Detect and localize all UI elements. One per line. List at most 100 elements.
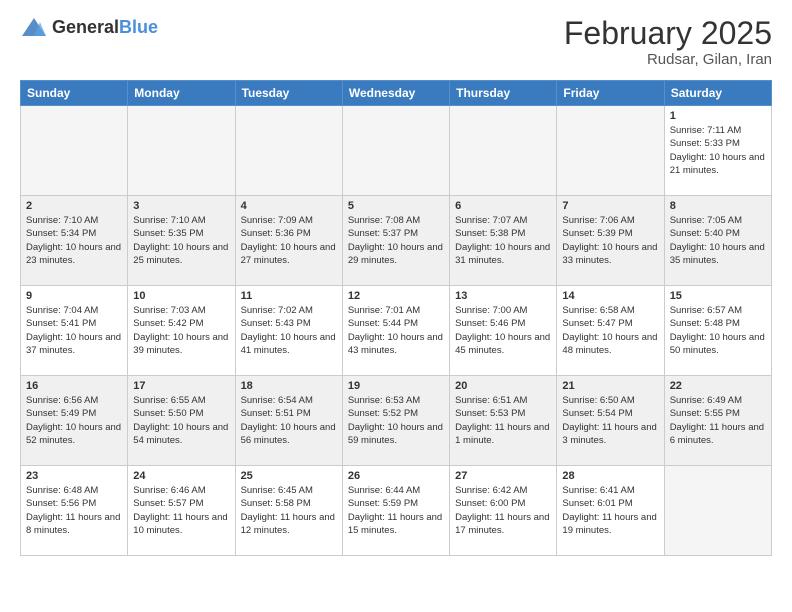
weekday-header: Thursday (450, 81, 557, 106)
calendar-day-cell: 3Sunrise: 7:10 AM Sunset: 5:35 PM Daylig… (128, 196, 235, 286)
day-number: 24 (133, 470, 229, 482)
day-info: Sunrise: 6:50 AM Sunset: 5:54 PM Dayligh… (562, 394, 658, 447)
day-number: 14 (562, 290, 658, 302)
calendar-day-cell: 18 Sunrise: 6:54 AM Sunset: 5:51 PM Dayli… (235, 376, 342, 466)
day-number: 19 (348, 380, 444, 392)
page-title: February 2025 (564, 16, 772, 51)
calendar-day-cell: 2Sunrise: 7:10 AM Sunset: 5:34 PM Daylig… (21, 196, 128, 286)
calendar-day-cell: 4Sunrise: 7:09 AM Sunset: 5:36 PM Daylig… (235, 196, 342, 286)
day-info: Sunrise: 7:02 AM Sunset: 5:43 PM Dayligh… (241, 304, 337, 357)
weekday-header: Friday (557, 81, 664, 106)
calendar-day-cell (128, 106, 235, 196)
weekday-header: Saturday (664, 81, 771, 106)
day-number: 5 (348, 200, 444, 212)
calendar-day-cell: 27 Sunrise: 6:42 AM Sunset: 6:00 PM Dayli… (450, 466, 557, 556)
calendar-day-cell: 17 Sunrise: 6:55 AM Sunset: 5:50 PM Dayli… (128, 376, 235, 466)
day-info: Sunrise: 6:45 AM Sunset: 5:58 PM Dayligh… (241, 484, 337, 537)
calendar-day-cell: 15 Sunrise: 6:57 AM Sunset: 5:48 PM Dayli… (664, 286, 771, 376)
calendar-day-cell: 22 Sunrise: 6:49 AM Sunset: 5:55 PM Dayli… (664, 376, 771, 466)
weekday-header: Tuesday (235, 81, 342, 106)
day-info: Sunrise: 7:07 AM Sunset: 5:38 PM Dayligh… (455, 214, 551, 267)
day-info: Sunrise: 6:57 AM Sunset: 5:48 PM Dayligh… (670, 304, 766, 357)
calendar-day-cell: 26 Sunrise: 6:44 AM Sunset: 5:59 PM Dayli… (342, 466, 449, 556)
day-number: 12 (348, 290, 444, 302)
day-info: Sunrise: 7:09 AM Sunset: 5:36 PM Dayligh… (241, 214, 337, 267)
logo: GeneralBlue (20, 16, 158, 40)
calendar-week-row: 2Sunrise: 7:10 AM Sunset: 5:34 PM Daylig… (21, 196, 772, 286)
weekday-header: Sunday (21, 81, 128, 106)
day-number: 9 (26, 290, 122, 302)
logo-text: GeneralBlue (52, 18, 158, 38)
day-info: Sunrise: 7:00 AM Sunset: 5:46 PM Dayligh… (455, 304, 551, 357)
day-info: Sunrise: 7:06 AM Sunset: 5:39 PM Dayligh… (562, 214, 658, 267)
day-number: 8 (670, 200, 766, 212)
calendar-day-cell: 12 Sunrise: 7:01 AM Sunset: 5:44 PM Dayli… (342, 286, 449, 376)
logo-icon (20, 16, 48, 40)
day-info: Sunrise: 6:53 AM Sunset: 5:52 PM Dayligh… (348, 394, 444, 447)
day-info: Sunrise: 7:10 AM Sunset: 5:35 PM Dayligh… (133, 214, 229, 267)
day-info: Sunrise: 7:01 AM Sunset: 5:44 PM Dayligh… (348, 304, 444, 357)
day-number: 2 (26, 200, 122, 212)
calendar-day-cell: 14Sunrise: 6:58 AM Sunset: 5:47 PM Dayli… (557, 286, 664, 376)
day-number: 18 (241, 380, 337, 392)
calendar-day-cell: 1 Sunrise: 7:11 AM Sunset: 5:33 PM Daylig… (664, 106, 771, 196)
calendar-day-cell (557, 106, 664, 196)
weekday-header: Wednesday (342, 81, 449, 106)
day-number: 27 (455, 470, 551, 482)
calendar-week-row: 23 Sunrise: 6:48 AM Sunset: 5:56 PM Dayli… (21, 466, 772, 556)
day-info: Sunrise: 7:05 AM Sunset: 5:40 PM Dayligh… (670, 214, 766, 267)
day-info: Sunrise: 7:03 AM Sunset: 5:42 PM Dayligh… (133, 304, 229, 357)
day-number: 21 (562, 380, 658, 392)
day-number: 26 (348, 470, 444, 482)
calendar-day-cell: 25 Sunrise: 6:45 AM Sunset: 5:58 PM Dayli… (235, 466, 342, 556)
calendar-day-cell: 6 Sunrise: 7:07 AM Sunset: 5:38 PM Daylig… (450, 196, 557, 286)
day-number: 6 (455, 200, 551, 212)
day-info: Sunrise: 6:41 AM Sunset: 6:01 PM Dayligh… (562, 484, 658, 537)
calendar-day-cell (664, 466, 771, 556)
day-number: 25 (241, 470, 337, 482)
calendar-day-cell: 13 Sunrise: 7:00 AM Sunset: 5:46 PM Dayli… (450, 286, 557, 376)
day-number: 17 (133, 380, 229, 392)
calendar-day-cell (21, 106, 128, 196)
day-info: Sunrise: 6:56 AM Sunset: 5:49 PM Dayligh… (26, 394, 122, 447)
page: GeneralBlue February 2025 Rudsar, Gilan,… (0, 0, 792, 566)
day-number: 15 (670, 290, 766, 302)
calendar-day-cell: 21 Sunrise: 6:50 AM Sunset: 5:54 PM Dayli… (557, 376, 664, 466)
calendar-day-cell: 20Sunrise: 6:51 AM Sunset: 5:53 PM Dayli… (450, 376, 557, 466)
calendar-week-row: 16 Sunrise: 6:56 AM Sunset: 5:49 PM Dayli… (21, 376, 772, 466)
header: GeneralBlue February 2025 Rudsar, Gilan,… (20, 16, 772, 68)
calendar-day-cell: 5 Sunrise: 7:08 AM Sunset: 5:37 PM Daylig… (342, 196, 449, 286)
day-number: 7 (562, 200, 658, 212)
calendar-week-row: 9Sunrise: 7:04 AM Sunset: 5:41 PM Daylig… (21, 286, 772, 376)
day-number: 16 (26, 380, 122, 392)
calendar-day-cell (450, 106, 557, 196)
day-info: Sunrise: 6:42 AM Sunset: 6:00 PM Dayligh… (455, 484, 551, 537)
day-number: 23 (26, 470, 122, 482)
calendar-day-cell: 11Sunrise: 7:02 AM Sunset: 5:43 PM Dayli… (235, 286, 342, 376)
title-block: February 2025 Rudsar, Gilan, Iran (564, 16, 772, 68)
day-info: Sunrise: 7:08 AM Sunset: 5:37 PM Dayligh… (348, 214, 444, 267)
day-info: Sunrise: 6:46 AM Sunset: 5:57 PM Dayligh… (133, 484, 229, 537)
weekday-header: Monday (128, 81, 235, 106)
calendar-day-cell (235, 106, 342, 196)
day-info: Sunrise: 6:49 AM Sunset: 5:55 PM Dayligh… (670, 394, 766, 447)
calendar-day-cell: 16 Sunrise: 6:56 AM Sunset: 5:49 PM Dayli… (21, 376, 128, 466)
day-info: Sunrise: 6:48 AM Sunset: 5:56 PM Dayligh… (26, 484, 122, 537)
day-info: Sunrise: 6:54 AM Sunset: 5:51 PM Dayligh… (241, 394, 337, 447)
calendar-table: SundayMondayTuesdayWednesdayThursdayFrid… (20, 80, 772, 556)
logo-blue: Blue (119, 17, 158, 37)
calendar-header-row: SundayMondayTuesdayWednesdayThursdayFrid… (21, 81, 772, 106)
day-number: 1 (670, 110, 766, 122)
day-info: Sunrise: 6:51 AM Sunset: 5:53 PM Dayligh… (455, 394, 551, 447)
calendar-day-cell: 24 Sunrise: 6:46 AM Sunset: 5:57 PM Dayli… (128, 466, 235, 556)
day-info: Sunrise: 6:44 AM Sunset: 5:59 PM Dayligh… (348, 484, 444, 537)
day-info: Sunrise: 6:55 AM Sunset: 5:50 PM Dayligh… (133, 394, 229, 447)
calendar-day-cell: 19 Sunrise: 6:53 AM Sunset: 5:52 PM Dayli… (342, 376, 449, 466)
day-info: Sunrise: 7:11 AM Sunset: 5:33 PM Dayligh… (670, 124, 766, 177)
calendar-day-cell: 8 Sunrise: 7:05 AM Sunset: 5:40 PM Daylig… (664, 196, 771, 286)
calendar-day-cell (342, 106, 449, 196)
day-number: 28 (562, 470, 658, 482)
day-number: 13 (455, 290, 551, 302)
day-number: 22 (670, 380, 766, 392)
calendar-day-cell: 9Sunrise: 7:04 AM Sunset: 5:41 PM Daylig… (21, 286, 128, 376)
